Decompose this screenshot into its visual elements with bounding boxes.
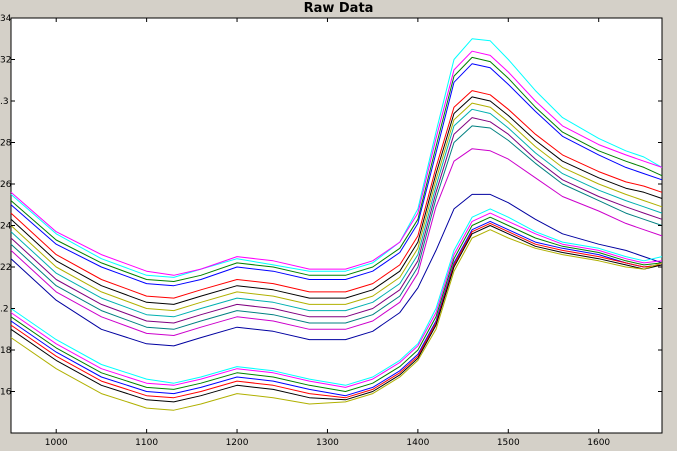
y-tick-label-7: .3: [0, 97, 9, 107]
y-tick-label-1: 18: [0, 346, 12, 356]
y-tick-label-6: 28: [0, 139, 12, 149]
x-tick-label-1600: 1600: [587, 438, 610, 448]
x-tick-label-1300: 1300: [316, 438, 339, 448]
x-tick-label-1400: 1400: [406, 438, 429, 448]
x-tick-label-1200: 1200: [226, 438, 249, 448]
y-tick-label-4: 24: [0, 222, 12, 232]
y-tick-label-3: 22: [0, 263, 11, 273]
y-tick-label-5: 26: [0, 180, 12, 190]
y-tick-label-8: 32: [0, 56, 11, 66]
y-tick-label-0: 16: [0, 388, 12, 398]
x-tick-label-1500: 1500: [497, 438, 520, 448]
x-tick-label-1100: 1100: [135, 438, 158, 448]
y-tick-label-2: .2: [0, 305, 9, 315]
line-chart: 1000 1100 1200 1300 1400 1500 1600 16 18 .2 22 24 26…: [0, 14, 663, 448]
x-tick-label-1000: 1000: [45, 438, 68, 448]
y-tick-label-9: 34: [0, 14, 12, 24]
